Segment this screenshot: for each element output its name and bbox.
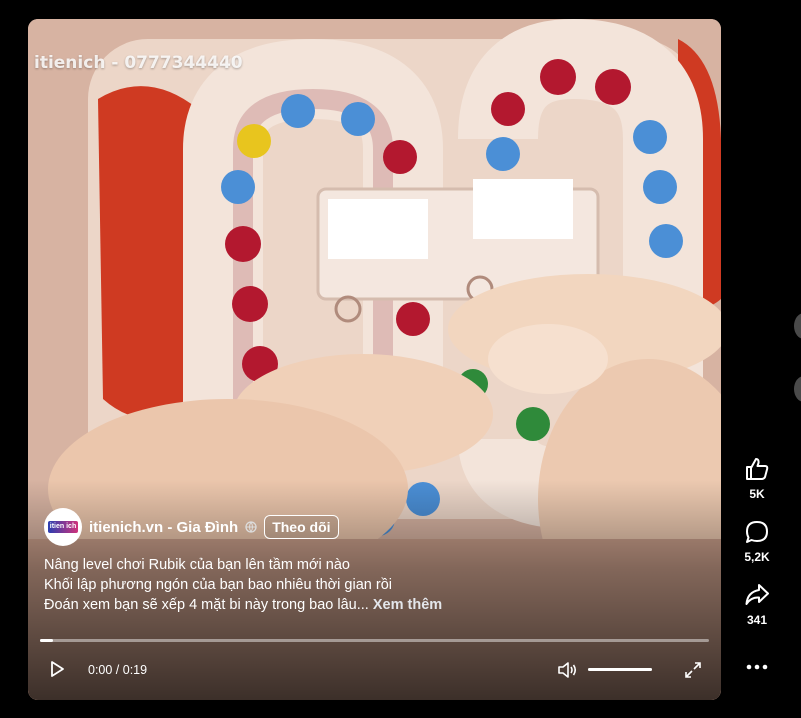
caption-line: Nâng level chơi Rubik của bạn lên tầm mớ…	[44, 557, 350, 573]
comment-action[interactable]: 5,2K	[732, 518, 782, 564]
more-icon[interactable]	[745, 657, 769, 677]
like-action[interactable]: 5K	[732, 455, 782, 501]
comment-icon	[746, 521, 768, 543]
video-controls: 0:00 / 0:19	[28, 654, 721, 686]
caption-line-last: Đoán xem bạn sẽ xếp 4 mặt bi này trong b…	[44, 595, 442, 615]
author-name[interactable]: itienich.vn - Gia Đình	[89, 519, 238, 536]
video-player[interactable]: itienich - 0777344440 itien ich itienich…	[28, 19, 721, 700]
share-icon	[745, 584, 769, 605]
volume-icon[interactable]	[556, 659, 578, 681]
share-action[interactable]: 341	[732, 581, 782, 627]
video-watermark: itienich - 0777344440	[34, 53, 243, 73]
progress-fill	[40, 639, 54, 642]
caption-line: Đoán xem bạn sẽ xếp 4 mặt bi này trong b…	[44, 597, 369, 613]
side-actions: 5K 5,2K 341	[732, 455, 782, 644]
progress-bar[interactable]	[40, 639, 709, 642]
volume-slider[interactable]	[588, 668, 652, 671]
nav-arrow-up[interactable]	[794, 313, 801, 339]
like-count: 5K	[749, 487, 765, 501]
author-row: itien ich itienich.vn - Gia Đình Theo dõ…	[44, 508, 339, 546]
follow-button[interactable]: Theo dõi	[264, 515, 339, 539]
volume-fill	[588, 668, 652, 671]
time-display: 0:00 / 0:19	[88, 663, 148, 677]
avatar-logo: itien ich	[48, 521, 78, 533]
fullscreen-icon[interactable]	[684, 661, 702, 679]
comment-count: 5,2K	[744, 550, 770, 564]
caption-line: Khối lập phương ngón của bạn bao nhiêu t…	[44, 577, 392, 593]
author-avatar[interactable]: itien ich	[44, 508, 82, 546]
see-more-link[interactable]: Xem thêm	[373, 597, 442, 613]
thumbs-up-icon	[746, 458, 769, 480]
share-count: 341	[746, 613, 768, 627]
play-icon[interactable]	[48, 660, 66, 678]
globe-icon	[245, 521, 257, 533]
nav-arrow-down[interactable]	[794, 376, 801, 402]
video-caption: Nâng level chơi Rubik của bạn lên tầm mớ…	[44, 555, 442, 615]
